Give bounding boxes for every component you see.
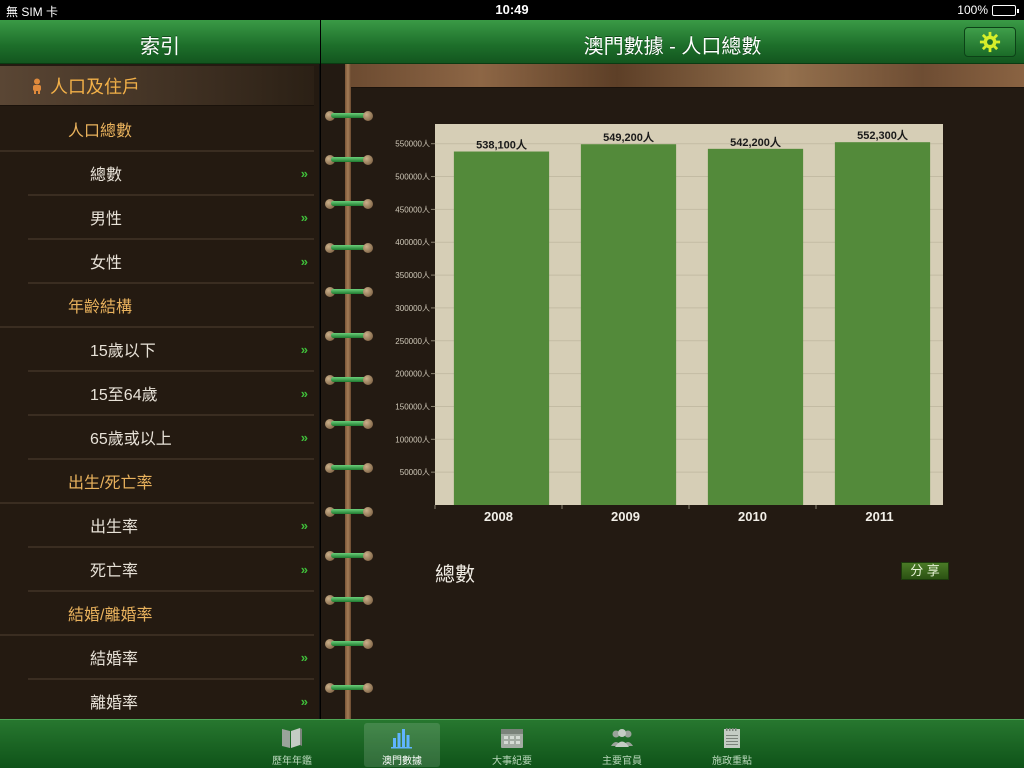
group-birth-death-rate: 出生/死亡率 xyxy=(0,460,314,504)
y-tick-label: 250000人 xyxy=(395,337,430,346)
data-label: 538,100人 xyxy=(476,138,528,152)
data-label: 542,200人 xyxy=(730,135,782,149)
chevron-right-icon: » xyxy=(300,562,308,577)
sidebar-item-under-15[interactable]: 15歲以下» xyxy=(28,328,314,372)
status-time: 10:49 xyxy=(495,2,529,17)
x-tick-label: 2009 xyxy=(611,509,640,524)
x-tick-label: 2011 xyxy=(865,509,893,524)
page-title: 澳門數據 - 人口總數 xyxy=(583,36,762,58)
notebook-ring xyxy=(325,682,373,693)
sidebar-item-female[interactable]: 女性» xyxy=(28,240,314,284)
y-tick-label: 100000人 xyxy=(395,435,430,444)
y-tick-label: 200000人 xyxy=(395,370,430,379)
tab-macau-data[interactable]: 澳門數據 xyxy=(364,723,440,767)
chevron-right-icon: » xyxy=(300,518,308,533)
index-sidebar: 人口及住戶 人口總數 總數» 男性» 女性» 年齡結構 15歲以下» 15至64… xyxy=(0,64,320,719)
sidebar-item-divorce-rate[interactable]: 離婚率» xyxy=(28,680,314,719)
notebook-ring xyxy=(325,198,373,209)
y-tick-label: 400000人 xyxy=(395,238,430,247)
notebook-ring xyxy=(325,418,373,429)
sidebar-item-total[interactable]: 總數» xyxy=(28,152,314,196)
share-button[interactable]: 分 享 xyxy=(901,562,949,580)
bar xyxy=(707,148,804,505)
notebook-ring xyxy=(325,550,373,561)
x-tick-label: 2008 xyxy=(484,509,513,524)
y-tick-label: 50000人 xyxy=(400,468,430,477)
notebook-ring xyxy=(325,154,373,165)
notebook-ring xyxy=(325,506,373,517)
battery-indicator: 100% xyxy=(957,3,1019,17)
chevron-right-icon: » xyxy=(300,166,308,181)
y-tick-label: 500000人 xyxy=(395,173,430,182)
sidebar-item-death-rate[interactable]: 死亡率» xyxy=(28,548,314,592)
notepad-icon xyxy=(724,728,740,748)
notebook-ring xyxy=(325,638,373,649)
data-label: 552,300人 xyxy=(857,128,909,142)
index-header: 索引 xyxy=(0,20,320,64)
chevron-right-icon: » xyxy=(300,430,308,445)
content-panel: 50000人 100000人 150000人 200000人 250000人 300000… xyxy=(321,64,1024,719)
bar-chart: 50000人 100000人 150000人 200000人 250000人 300000… xyxy=(395,124,943,524)
notebook-ring xyxy=(325,110,373,121)
calendar-icon xyxy=(501,729,523,748)
wood-frame-top xyxy=(345,64,1024,88)
battery-percent: 100% xyxy=(957,3,988,17)
bar-chart-icon xyxy=(391,729,412,749)
data-label: 549,200人 xyxy=(603,130,655,144)
bar xyxy=(453,151,550,505)
group-age-structure: 年齡結構 xyxy=(0,284,314,328)
chevron-right-icon: » xyxy=(300,342,308,357)
tab-bar: 歷年年鑑 澳門數據 大事紀要 主要官員 施政重點 xyxy=(0,719,1024,768)
book-icon xyxy=(282,728,302,748)
y-tick-label: 550000人 xyxy=(395,140,430,149)
section-label: 人口及住戶 xyxy=(50,76,140,97)
gear-icon xyxy=(979,31,1001,53)
group-marriage-divorce-rate: 結婚/離婚率 xyxy=(0,592,314,636)
chart-caption: 總數 xyxy=(435,564,475,586)
tab-policy[interactable]: 施政重點 xyxy=(694,723,770,767)
chevron-right-icon: » xyxy=(300,694,308,709)
people-icon xyxy=(611,729,633,747)
status-bar: 無 SIM 卡 10:49 100% xyxy=(0,0,1024,20)
notebook-ring xyxy=(325,374,373,385)
y-tick-label: 150000人 xyxy=(395,402,430,411)
y-tick-label: 350000人 xyxy=(395,271,430,280)
sidebar-item-male[interactable]: 男性» xyxy=(28,196,314,240)
notebook-ring xyxy=(325,286,373,297)
sidebar-item-15-to-64[interactable]: 15至64歲» xyxy=(28,372,314,416)
group-total-population: 人口總數 xyxy=(0,108,314,152)
sidebar-item-birth-rate[interactable]: 出生率» xyxy=(28,504,314,548)
chevron-right-icon: » xyxy=(300,386,308,401)
settings-button[interactable] xyxy=(964,27,1016,57)
content-header: 澳門數據 - 人口總數 xyxy=(321,20,1024,64)
sidebar-item-65-plus[interactable]: 65歲或以上» xyxy=(28,416,314,460)
notebook-ring xyxy=(325,330,373,341)
tab-chronicle[interactable]: 大事紀要 xyxy=(474,723,550,767)
battery-icon xyxy=(992,4,1019,16)
index-title: 索引 xyxy=(140,36,180,58)
section-population[interactable]: 人口及住戶 xyxy=(0,66,314,106)
population-chart: 50000人 100000人 150000人 200000人 250000人 300000… xyxy=(381,120,951,530)
bar xyxy=(580,144,677,505)
y-tick-label: 450000人 xyxy=(395,205,430,214)
notebook-ring xyxy=(325,462,373,473)
chevron-right-icon: » xyxy=(300,254,308,269)
tab-officials[interactable]: 主要官員 xyxy=(584,723,660,767)
bar xyxy=(834,142,931,505)
chevron-right-icon: » xyxy=(300,210,308,225)
chevron-right-icon: » xyxy=(300,650,308,665)
person-icon xyxy=(33,78,41,94)
y-tick-label: 300000人 xyxy=(395,304,430,313)
x-tick-label: 2010 xyxy=(738,509,767,524)
notebook-ring xyxy=(325,594,373,605)
tab-yearbooks[interactable]: 歷年年鑑 xyxy=(254,723,330,767)
sidebar-item-marriage-rate[interactable]: 結婚率» xyxy=(28,636,314,680)
notebook-ring xyxy=(325,242,373,253)
